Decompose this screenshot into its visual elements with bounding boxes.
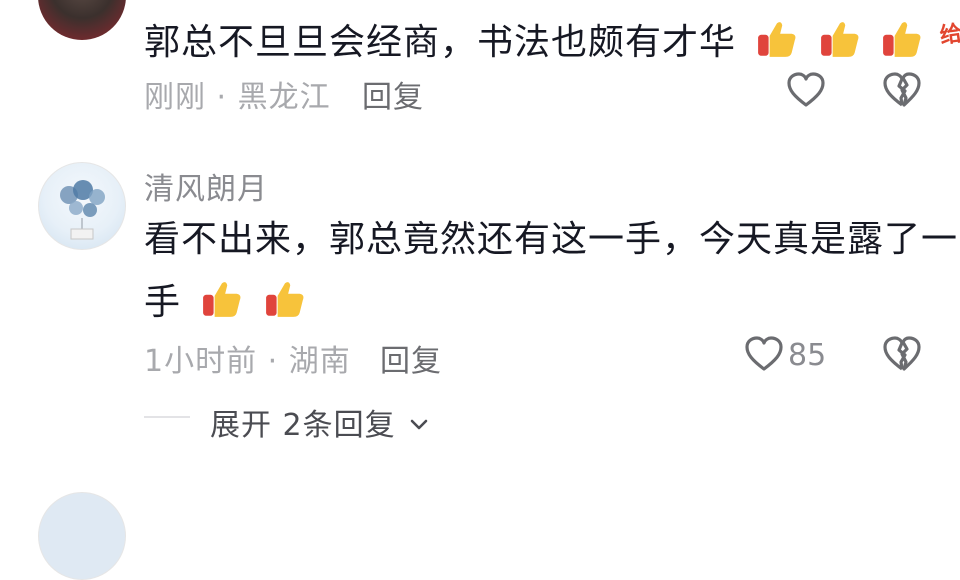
expand-replies-label: 展开 2条回复 — [210, 408, 396, 443]
sticker-label: 给力 — [938, 17, 960, 50]
comment-body: 郭总不旦旦会经商，书法也颇有才华 — [144, 22, 737, 63]
comment-meta: 刚刚 · 黑龙江 — [144, 80, 331, 115]
expand-divider — [144, 416, 190, 418]
like-count: 85 — [788, 338, 827, 373]
comment-meta: 1小时前 · 湖南 — [144, 344, 351, 379]
reply-button[interactable]: 回复 — [380, 336, 442, 380]
expand-replies-button[interactable]: 展开 2条回复 — [210, 400, 428, 444]
comment-body: 手 — [144, 282, 182, 323]
thumbs-up-icon — [203, 282, 241, 317]
comment-text: 郭总不旦旦会经商，书法也颇有才华 给力 — [144, 12, 960, 65]
dislike-icon[interactable] — [882, 335, 922, 373]
avatar-image — [60, 180, 105, 240]
heart-icon[interactable] — [744, 335, 784, 373]
commenter-avatar[interactable] — [38, 162, 126, 250]
heart-icon[interactable] — [786, 71, 826, 109]
thumbs-up-icon — [821, 22, 859, 57]
reply-button[interactable]: 回复 — [362, 72, 424, 116]
comment-text-line1: 看不出来，郭总竟然还有这一手，今天真是露了一 — [144, 219, 959, 260]
thumbs-up-icon — [266, 282, 304, 317]
thumbs-up-icon — [758, 22, 796, 57]
comment-username[interactable]: 清风朗月 — [144, 164, 268, 208]
chevron-down-icon — [410, 419, 428, 430]
dislike-icon[interactable] — [882, 71, 922, 109]
commenter-avatar[interactable] — [38, 0, 126, 40]
thumbs-up-icon — [883, 22, 921, 57]
comment-text-line2: 手 — [144, 278, 306, 325]
commenter-avatar[interactable] — [38, 492, 126, 580]
